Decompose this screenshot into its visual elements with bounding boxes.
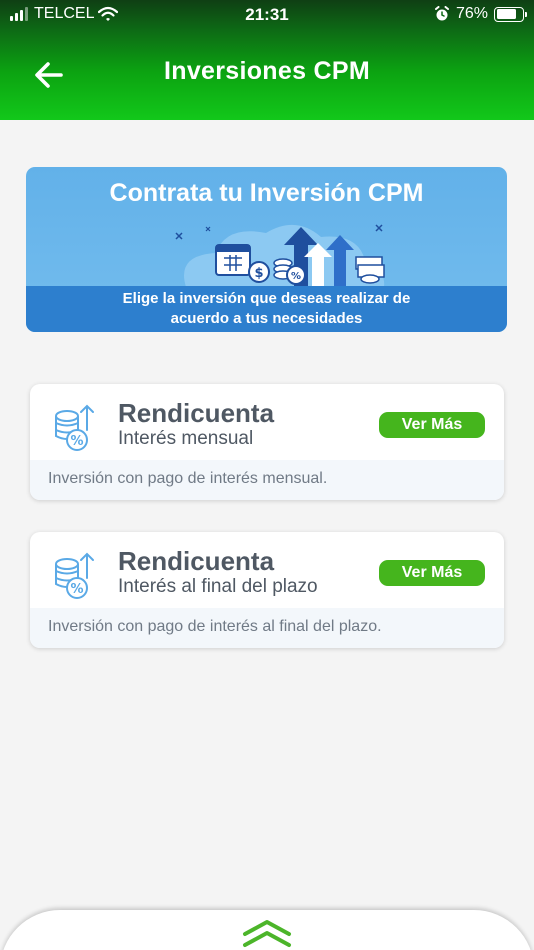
chevron-up-double-icon[interactable] (241, 918, 293, 948)
product-card-header: % Rendicuenta Interés mensual Ver Más (30, 384, 504, 460)
page-title: Inversiones CPM (164, 57, 370, 85)
product-card-header: % Rendicuenta Interés al final del plazo… (30, 532, 504, 608)
coins-percent-icon: % (55, 404, 94, 451)
product-card-monthly[interactable]: % Rendicuenta Interés mensual Ver Más In… (30, 384, 504, 500)
alarm-icon (434, 6, 449, 21)
status-bar: TELCEL 21:31 76% (0, 0, 534, 30)
bottom-sheet[interactable] (0, 910, 534, 950)
battery-percent: 76% (455, 5, 488, 22)
product-subtitle: Interés al final del plazo (118, 576, 318, 597)
product-description: Inversión con pago de interés mensual. (30, 460, 504, 500)
coins-percent-icon: % (55, 552, 94, 599)
ver-mas-button[interactable]: Ver Más (379, 560, 485, 586)
status-right: 76% (434, 5, 527, 23)
svg-text:%: % (70, 434, 83, 449)
ver-mas-button[interactable]: Ver Más (379, 412, 485, 438)
svg-text:$: $ (254, 266, 263, 281)
product-card-end-of-term[interactable]: % Rendicuenta Interés al final del plazo… (30, 532, 504, 648)
app-header: TELCEL 21:31 76% Inversiones CPM (0, 0, 534, 120)
investment-illustration-icon: $ % (175, 224, 385, 287)
product-name: Rendicuenta (118, 398, 275, 428)
promo-banner[interactable]: Contrata tu Inversión CPM $ % Elige la i… (26, 167, 507, 332)
product-subtitle: Interés mensual (118, 428, 254, 449)
banner-caption-line1: Elige la inversión que deseas realizar d… (122, 290, 411, 307)
banner-caption-line2: acuerdo a tus necesidades (170, 310, 363, 327)
svg-text:%: % (291, 271, 301, 282)
product-description: Inversión con pago de interés al final d… (30, 608, 504, 648)
battery-icon (494, 6, 527, 22)
banner-title: Contrata tu Inversión CPM (109, 179, 424, 207)
svg-text:%: % (70, 582, 83, 597)
product-name: Rendicuenta (118, 546, 275, 576)
banner-caption: Elige la inversión que deseas realizar d… (26, 286, 507, 332)
